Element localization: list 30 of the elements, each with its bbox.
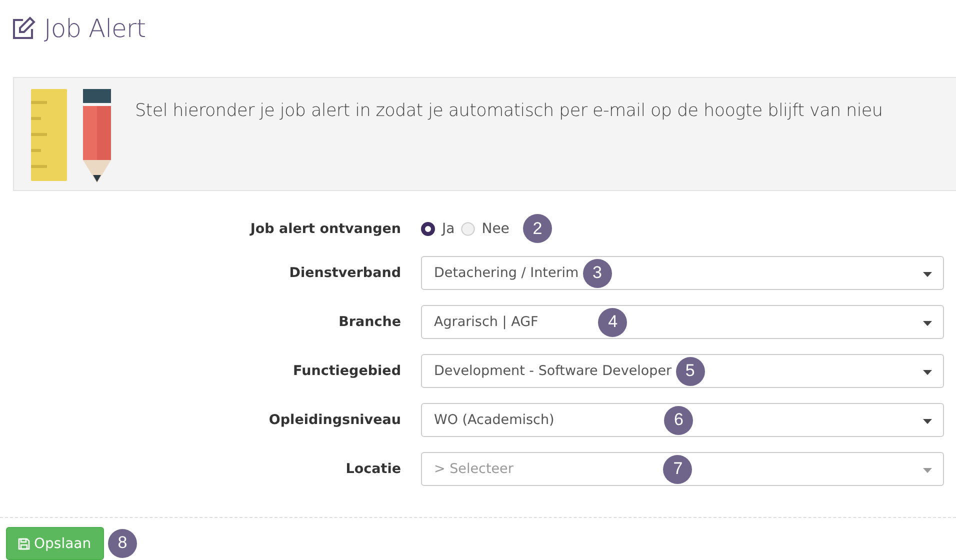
caret-icon xyxy=(923,468,932,473)
radio-option[interactable]: Nee xyxy=(460,221,510,237)
field-label: Dienstverband xyxy=(289,265,401,281)
step-number-badge: 8 xyxy=(108,528,137,558)
caret-icon xyxy=(923,370,932,375)
radio-option[interactable]: Ja xyxy=(421,221,455,237)
dropdown-select[interactable]: Agrarisch | AGF 4 xyxy=(421,305,944,339)
step-number-badge: 4 xyxy=(598,308,628,336)
dropdown-select[interactable]: WO (Academisch) 6 xyxy=(421,403,944,437)
banner-text: Stel hieronder je job alert in zodat je automatisch per e-mail op de hoogte blijft van nieu xyxy=(135,101,883,123)
radio-checked-icon[interactable] xyxy=(421,222,435,236)
page-title: Job Alert xyxy=(44,14,146,42)
caret-icon xyxy=(923,272,932,277)
caret-icon xyxy=(923,321,932,326)
step-number-badge: 5 xyxy=(676,356,705,386)
field-label: Branche xyxy=(338,314,401,330)
step-number-badge: 7 xyxy=(663,454,692,484)
edit-icon xyxy=(12,16,36,40)
step-number-badge: 6 xyxy=(664,406,694,434)
field-label: Opleidingsniveau xyxy=(268,412,401,428)
field-label: Job alert ontvangen xyxy=(250,221,401,237)
dropdown-select[interactable]: > Selecteer 7 xyxy=(421,452,944,486)
field-label: Locatie xyxy=(346,461,401,477)
field-label: Functiegebied xyxy=(293,363,401,379)
step-number-badge: 2 xyxy=(523,214,552,243)
dropdown-select[interactable]: Detachering / Interim 3 xyxy=(421,256,944,290)
step-number-badge: 3 xyxy=(582,258,612,288)
caret-icon xyxy=(923,419,932,424)
radio-unchecked-icon[interactable] xyxy=(460,222,475,236)
dropdown-select[interactable]: Development - Software Developer 5 xyxy=(421,354,944,388)
